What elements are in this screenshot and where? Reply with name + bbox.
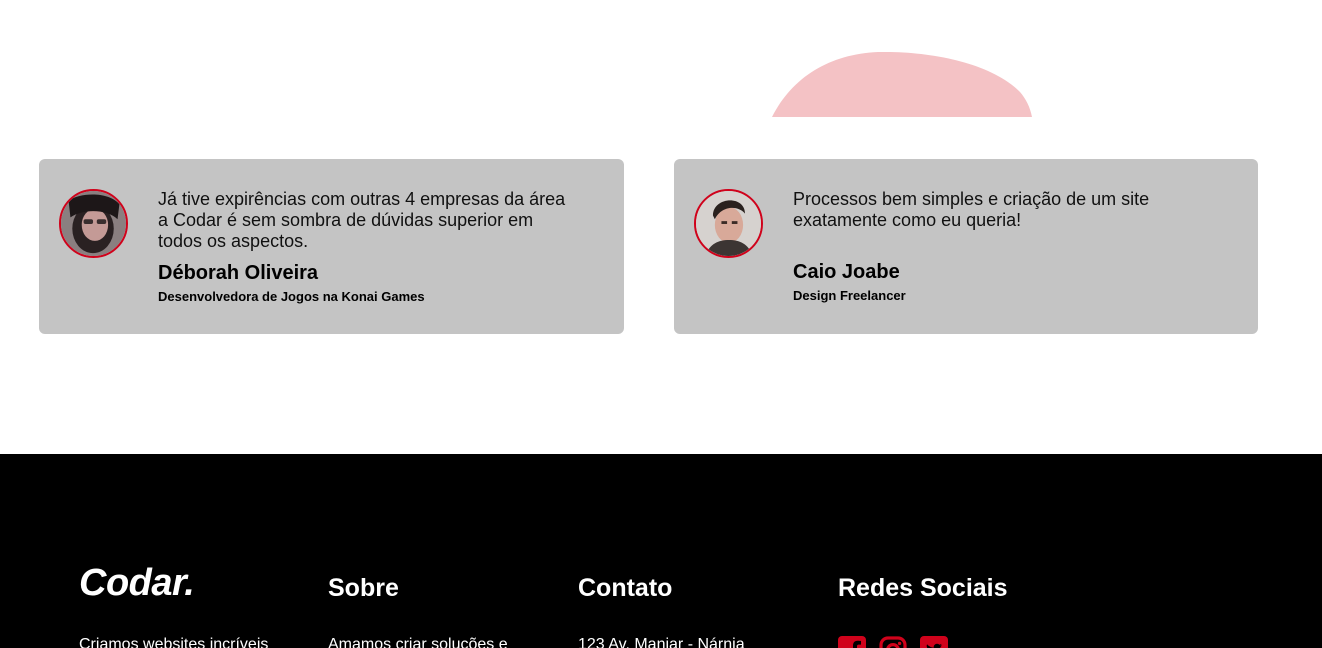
footer-sobre-title: Sobre: [328, 574, 399, 602]
testimonial-quote: Já tive expirências com outras 4 empresa…: [158, 189, 566, 251]
footer: Codar. Criamos websites incríveis Sobre …: [0, 454, 1322, 648]
avatar: [694, 189, 763, 258]
footer-sobre-text: Amamos criar soluções e: [328, 636, 508, 648]
decorative-blob: [770, 52, 1034, 117]
footer-redes-title: Redes Sociais: [838, 574, 1008, 602]
twitter-icon[interactable]: [920, 636, 948, 648]
instagram-icon[interactable]: [879, 636, 907, 648]
page: Já tive expirências com outras 4 empresa…: [0, 0, 1322, 648]
testimonial-name: Caio Joabe: [793, 261, 900, 283]
testimonial-role: Design Freelancer: [793, 288, 906, 303]
footer-contato-title: Contato: [578, 574, 673, 602]
testimonial-card: Processos bem simples e criação de um si…: [674, 159, 1258, 334]
testimonial-name: Déborah Oliveira: [158, 262, 319, 284]
footer-contato-text: 123 Av. Manjar - Nárnia: [578, 636, 745, 648]
testimonial-role: Desenvolvedora de Jogos na Konai Games: [158, 289, 425, 304]
footer-logo[interactable]: Codar.: [79, 562, 195, 605]
avatar: [59, 189, 128, 258]
social-links: [838, 636, 948, 648]
footer-about-text: Criamos websites incríveis: [79, 636, 269, 648]
facebook-icon[interactable]: [838, 636, 866, 648]
testimonial-card: Já tive expirências com outras 4 empresa…: [39, 159, 624, 334]
testimonial-quote: Processos bem simples e criação de um si…: [793, 189, 1150, 230]
